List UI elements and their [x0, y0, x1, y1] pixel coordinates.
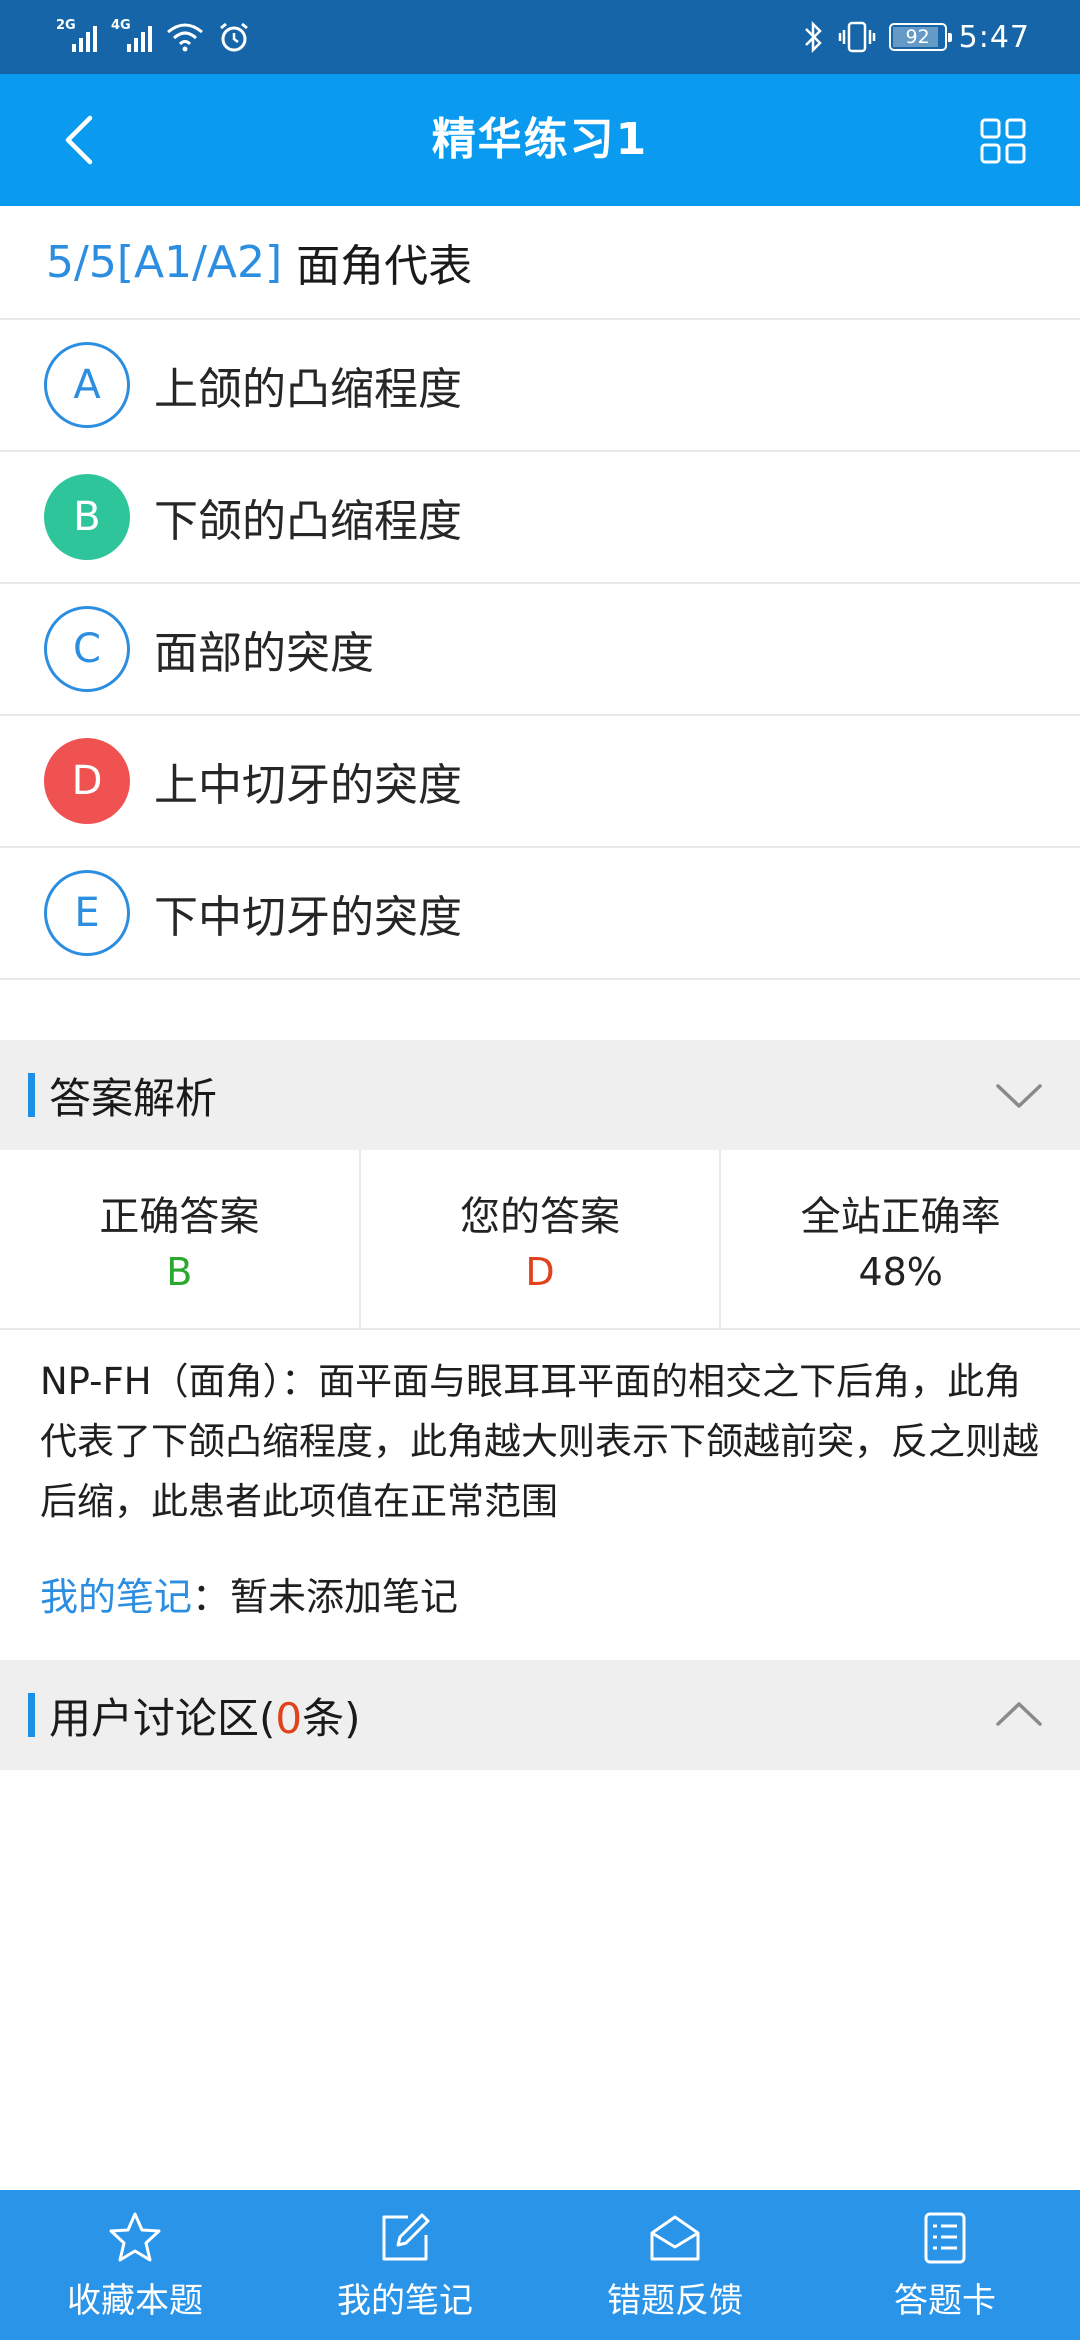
my-notes-row: 我的笔记：暂未添加笔记 — [40, 1566, 458, 1621]
my-notes-link[interactable]: 我的笔记 — [40, 1575, 192, 1619]
option-e[interactable]: E 下中切牙的突度 — [0, 848, 1080, 980]
vibrate-icon — [838, 21, 875, 53]
edit-icon — [382, 2213, 430, 2260]
analysis-text: NP-FH（面角）：面平面与眼耳耳平面的相交之下后角，此角代表了下颌凸缩程度，此… — [40, 1360, 1039, 1523]
correct-answer-value: B — [166, 1250, 193, 1294]
bluetooth-icon — [804, 20, 822, 54]
correct-answer-label: 正确答案 — [99, 1194, 260, 1240]
question-text: 面角代表 — [296, 241, 473, 292]
favorite-question-button[interactable]: 收藏本题 — [0, 2190, 270, 2340]
nav-label: 收藏本题 — [67, 2280, 203, 2321]
bottom-nav: 收藏本题 我的笔记 错题反馈 答题卡 — [0, 2190, 1080, 2340]
section-accent-bar — [28, 1693, 35, 1737]
accuracy-cell: 全站正确率 48% — [721, 1150, 1080, 1328]
sim2-label: 4G — [111, 18, 131, 33]
correct-answer-cell: 正确答案 B — [0, 1150, 361, 1328]
option-text: 下颌的凸缩程度 — [154, 496, 462, 547]
star-icon — [109, 2212, 161, 2261]
discussion-section-header[interactable]: 用户讨论区(0条) — [0, 1660, 1080, 1770]
answer-card-icon — [924, 2212, 966, 2263]
notes-separator: ： — [192, 1575, 231, 1619]
answer-section-header[interactable]: 答案解析 — [0, 1040, 1080, 1150]
my-notes-value: 暂未添加笔记 — [230, 1575, 459, 1619]
discussion-title-suffix: 条) — [302, 1693, 361, 1743]
discussion-title: 用户讨论区(0条) — [49, 1685, 361, 1746]
section-accent-bar — [28, 1073, 35, 1117]
option-text: 面部的突度 — [154, 628, 374, 679]
chevron-down-icon[interactable] — [994, 1070, 1044, 1120]
option-a[interactable]: A 上颌的凸缩程度 — [0, 320, 1080, 452]
battery-icon: 92 — [888, 23, 952, 51]
nav-label: 我的笔记 — [337, 2280, 473, 2321]
option-letter-badge: A — [44, 342, 130, 428]
grid-button[interactable] — [976, 114, 1030, 168]
question-number: 5/5[A1/A2] — [46, 236, 283, 288]
wifi-icon — [167, 23, 203, 52]
option-letter-badge-correct: B — [44, 474, 130, 560]
envelope-icon — [650, 2215, 700, 2260]
option-letter-badge-wrong: D — [44, 738, 130, 824]
status-right: 92 5:47 — [803, 14, 1030, 60]
option-b[interactable]: B 下颌的凸缩程度 — [0, 452, 1080, 584]
battery-level: 92 — [905, 26, 930, 48]
alarm-icon — [220, 22, 248, 52]
option-letter-badge: E — [44, 870, 130, 956]
status-bar: 2G 4G 92 5:47 — [0, 0, 1080, 74]
answer-card-button[interactable]: 答题卡 — [810, 2190, 1080, 2340]
chevron-up-icon[interactable] — [994, 1690, 1044, 1740]
discussion-title-prefix: 用户讨论区( — [49, 1693, 276, 1743]
status-left: 2G 4G — [56, 14, 250, 60]
clock: 5:47 — [958, 19, 1030, 55]
question-stem: 5/5[A1/A2] 面角代表 — [0, 206, 1080, 320]
discussion-count: 0 — [275, 1693, 303, 1743]
app-header: 精华练习1 — [0, 74, 1080, 206]
signal-icon: 2G — [56, 18, 97, 52]
accuracy-value: 48% — [858, 1250, 943, 1294]
page-title: 精华练习1 — [431, 114, 649, 165]
answer-section-title: 答案解析 — [49, 1073, 218, 1123]
answer-stats: 正确答案 B 您的答案 D 全站正确率 48% — [0, 1150, 1080, 1330]
accuracy-label: 全站正确率 — [800, 1194, 1001, 1240]
option-d[interactable]: D 上中切牙的突度 — [0, 716, 1080, 848]
signal-icon: 4G — [111, 18, 152, 52]
my-notes-button[interactable]: 我的笔记 — [270, 2190, 540, 2340]
your-answer-value: D — [525, 1250, 555, 1294]
error-feedback-button[interactable]: 错题反馈 — [540, 2190, 810, 2340]
option-c[interactable]: C 面部的突度 — [0, 584, 1080, 716]
option-text: 下中切牙的突度 — [154, 892, 462, 943]
option-letter-badge: C — [44, 606, 130, 692]
nav-label: 答题卡 — [894, 2280, 996, 2321]
option-text: 上中切牙的突度 — [154, 760, 462, 811]
option-text: 上颌的凸缩程度 — [154, 364, 462, 415]
your-answer-label: 您的答案 — [460, 1194, 620, 1240]
grid-icon — [980, 118, 1026, 164]
option-list: A 上颌的凸缩程度 B 下颌的凸缩程度 C 面部的突度 D 上中切牙的突度 E … — [0, 320, 1080, 980]
sim1-label: 2G — [56, 18, 76, 33]
your-answer-cell: 您的答案 D — [361, 1150, 722, 1328]
nav-label: 错题反馈 — [607, 2280, 743, 2321]
